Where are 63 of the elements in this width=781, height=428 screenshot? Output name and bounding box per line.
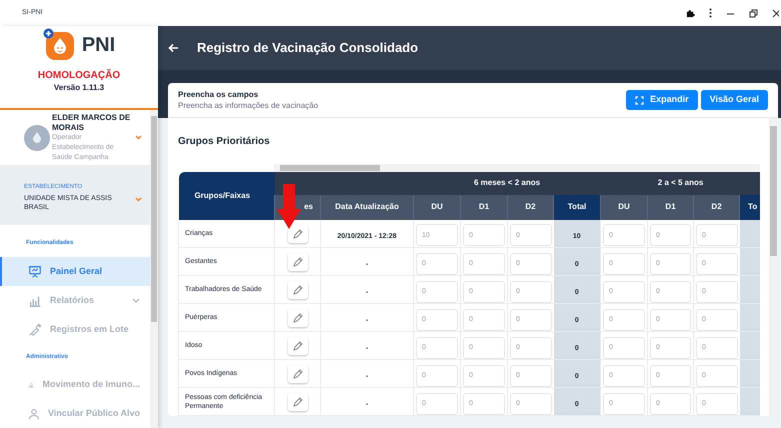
edit-button[interactable] [288,252,308,271]
pencil-icon [292,368,302,379]
version-label: Versão 1.11.3 [54,82,104,93]
edit-button[interactable] [288,336,308,355]
column-header: Grupos/Faixas [178,172,274,220]
edit-button[interactable] [288,308,308,327]
pencil-icon [292,228,302,238]
column-header: D2 [508,194,554,220]
sidebar-item-label: Registros em Lote [50,322,129,336]
overview-button[interactable]: Visão Geral [700,90,768,110]
sidebar-item-label: Vincular Público Alvo [48,406,140,420]
edit-button[interactable] [288,224,308,242]
restore-icon[interactable] [749,8,758,18]
more-icon[interactable] [709,8,712,18]
logo-text: PNI [82,32,116,58]
column-header: D2 [694,194,740,220]
sidebar-item[interactable]: Vincular Público Alvo [0,399,150,428]
chevron-down-icon[interactable] [135,197,142,202]
puzzle-icon[interactable] [686,8,695,18]
column-header: DU [600,194,648,220]
sidebar-item[interactable]: Movimento de Imuno... [0,370,150,399]
card-heading: Preencha os campos [178,89,260,100]
fullscreen-icon [635,96,644,104]
pencil-icon [292,312,302,323]
edit-button[interactable] [288,280,308,299]
presentation-board-icon [28,264,42,278]
horizontal-scrollbar[interactable] [274,164,760,172]
column-header: D1 [460,194,508,220]
column-header: DU [414,194,460,220]
pencil-icon [292,340,302,351]
sidebar-item-label: Movimento de Imuno... [42,378,140,391]
back-arrow-icon[interactable] [168,43,179,53]
pencil-icon [292,284,302,295]
chevron-down-icon[interactable] [135,135,142,140]
pencil-icon [292,256,302,267]
bar-chart-icon [28,294,42,308]
column-header: Data Atualização [320,194,414,220]
syringe-icon [28,322,42,336]
close-icon[interactable] [772,8,779,18]
sidebar-item-label: Relatórios [50,294,94,307]
sidebar-item[interactable]: Relatórios [0,286,150,315]
card-subheading: Preencha as informações de vacinação [178,100,318,111]
user-name: ELDER MARCOS DE MORAIS [52,112,132,132]
sidebar-item[interactable]: Registros em Lote [0,315,150,344]
edit-button[interactable] [288,364,308,383]
column-header: To [740,194,760,220]
sidebar-item-label: Painel Geral [50,264,102,278]
vertical-scrollbar[interactable] [769,118,778,416]
page-title: Registro de Vacinação Consolidado [197,39,418,58]
column-group-header: 2 a < 5 anos [600,172,760,195]
down-arrow-icon [277,184,301,229]
column-header: Total [554,194,601,220]
pencil-icon [292,396,302,407]
edit-button[interactable] [288,392,308,411]
sidebar-scrollbar[interactable] [150,110,158,428]
user-icon [28,406,40,420]
column-header: D1 [648,194,694,220]
environment-label: HOMOLOGAÇÃO [38,70,120,82]
avatar-icon [24,124,50,150]
expand-button[interactable]: Expandir [626,90,698,110]
sidebar-item[interactable]: Painel Geral [0,257,150,286]
section-title: Grupos Prioritários [178,136,271,148]
column-group-header: 6 meses < 2 anos [414,172,601,195]
